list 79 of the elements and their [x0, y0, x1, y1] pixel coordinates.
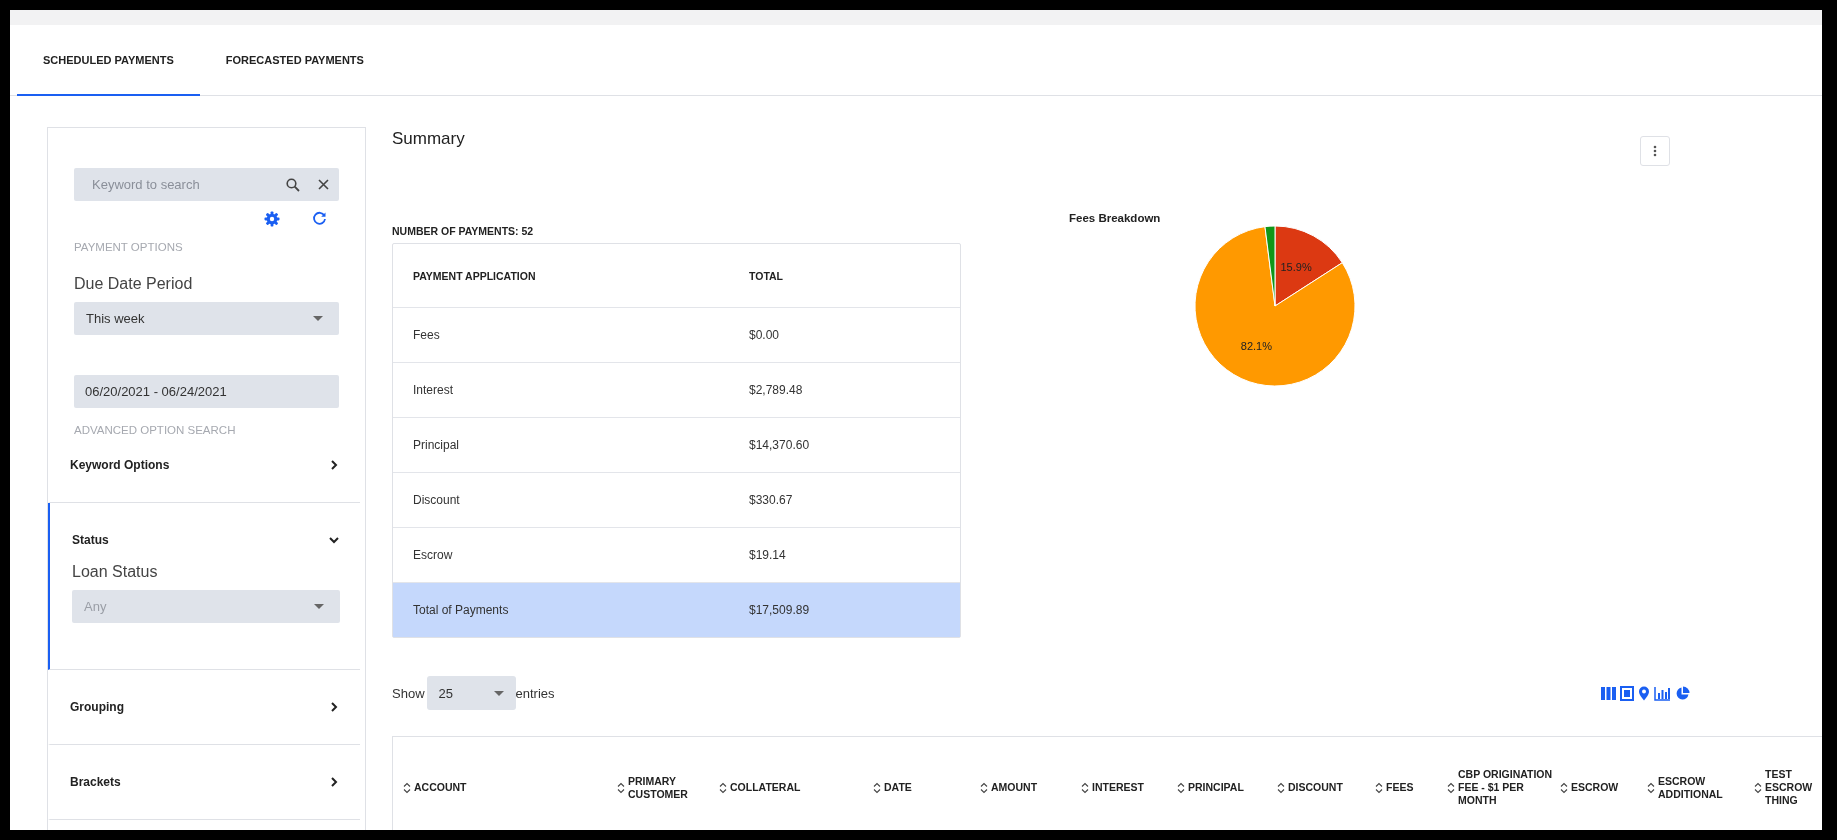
table-cell-text: $19.14	[749, 548, 787, 562]
table-cell-text: $14,370.60	[749, 438, 811, 452]
slice-label: 15.9%	[1280, 261, 1312, 274]
caret-icon	[493, 690, 504, 696]
chevron-right-icon	[328, 776, 340, 788]
table-cell-text: $0.00	[749, 328, 781, 342]
sort-icon	[617, 781, 625, 794]
map-pin-icon[interactable]	[1638, 685, 1650, 701]
column-header[interactable]: ESCROW ADDITIONAL	[1658, 774, 1754, 801]
caret-icon	[314, 604, 324, 609]
section-heading: ADVANCED OPTION SEARCH	[74, 424, 237, 436]
slice-label: 82.1%	[1240, 339, 1272, 352]
settings-icon[interactable]	[264, 211, 280, 227]
sort-icon	[1447, 781, 1455, 794]
caret-icon	[313, 316, 323, 321]
sort-icon	[1277, 781, 1285, 794]
field-label: Loan Status	[72, 563, 159, 581]
chevron-right-icon	[328, 701, 340, 713]
chevron-down-icon	[328, 534, 340, 546]
column-header[interactable]: ACCOUNT	[414, 781, 467, 794]
refresh-icon[interactable]	[312, 211, 327, 227]
section-title[interactable]: Status	[72, 533, 109, 547]
sort-icon	[1560, 781, 1568, 794]
close-icon[interactable]	[318, 179, 329, 190]
sort-icon	[403, 781, 411, 794]
table-cell-text: Discount	[413, 493, 461, 507]
search-input[interactable]: Keyword to search	[74, 168, 276, 201]
section-title[interactable]: Keyword Options	[70, 458, 170, 472]
tab[interactable]: SCHEDULED PAYMENTS	[17, 25, 200, 96]
table-cell-text: Total of Payments	[413, 603, 510, 617]
table-cell-text: Fees	[413, 328, 441, 342]
column-header: TOTAL	[749, 269, 785, 282]
sort-icon	[719, 781, 727, 794]
table-cell-text: $330.67	[749, 493, 794, 507]
sort-icon	[1647, 781, 1655, 794]
section-title[interactable]: Grouping	[70, 700, 124, 714]
due-date-select[interactable]: This week	[74, 302, 339, 335]
payment-count: NUMBER OF PAYMENTS: 52	[392, 225, 535, 237]
tab[interactable]: FORECASTED PAYMENTS	[199, 25, 390, 96]
table-cell-text: Principal	[413, 438, 461, 452]
sort-icon	[1177, 781, 1185, 794]
search-icon[interactable]	[286, 177, 300, 192]
sort-icon	[1754, 781, 1762, 794]
table-cell-text: $17,509.89	[749, 603, 811, 617]
table-cell-text: $2,789.48	[749, 383, 804, 397]
column-header[interactable]: TEST ESCROW THING	[1765, 768, 1822, 807]
section-heading: PAYMENT OPTIONS	[74, 241, 184, 253]
show-label: Show	[392, 685, 425, 701]
sort-icon	[873, 781, 881, 794]
entries-label: entries	[515, 685, 555, 701]
column-header[interactable]: ESCROW	[1571, 781, 1619, 794]
column-header[interactable]: PRINCIPAL	[1188, 781, 1244, 794]
column-header: PAYMENT APPLICATION	[413, 269, 537, 282]
column-header[interactable]: COLLATERAL	[730, 781, 801, 794]
entries-select[interactable]: 25	[426, 676, 516, 710]
column-header[interactable]: FEES	[1386, 781, 1414, 794]
column-header[interactable]: CBP ORIGINATION FEE - $1 PER MONTH	[1458, 768, 1560, 807]
chevron-right-icon	[328, 459, 340, 471]
column-header[interactable]: INTEREST	[1092, 781, 1144, 794]
column-header[interactable]: AMOUNT	[991, 781, 1038, 794]
columns-icon[interactable]	[1601, 685, 1616, 701]
bar-chart-icon[interactable]	[1654, 685, 1671, 701]
sort-icon	[1081, 781, 1089, 794]
table-cell-text: Interest	[413, 383, 455, 397]
report-icon[interactable]	[1620, 685, 1634, 701]
chart-title: Fees Breakdown	[1069, 212, 1161, 224]
field-label: Due Date Period	[74, 275, 194, 293]
summary-title: Summary	[392, 129, 466, 149]
table-cell-text: Escrow	[413, 548, 454, 562]
more-vertical-icon	[1653, 145, 1657, 157]
sort-icon	[980, 781, 988, 794]
search-bar[interactable]: Keyword to search	[74, 168, 339, 201]
sort-icon	[1375, 781, 1383, 794]
column-header[interactable]: PRIMARY CUSTOMER	[628, 774, 719, 801]
column-header[interactable]: DATE	[884, 781, 912, 794]
section-title[interactable]: Brackets	[70, 775, 121, 789]
date-range-field[interactable]: 06/20/2021 - 06/24/2021	[74, 375, 339, 408]
pie-chart-icon[interactable]	[1675, 685, 1690, 701]
column-header[interactable]: DISCOUNT	[1288, 781, 1343, 794]
